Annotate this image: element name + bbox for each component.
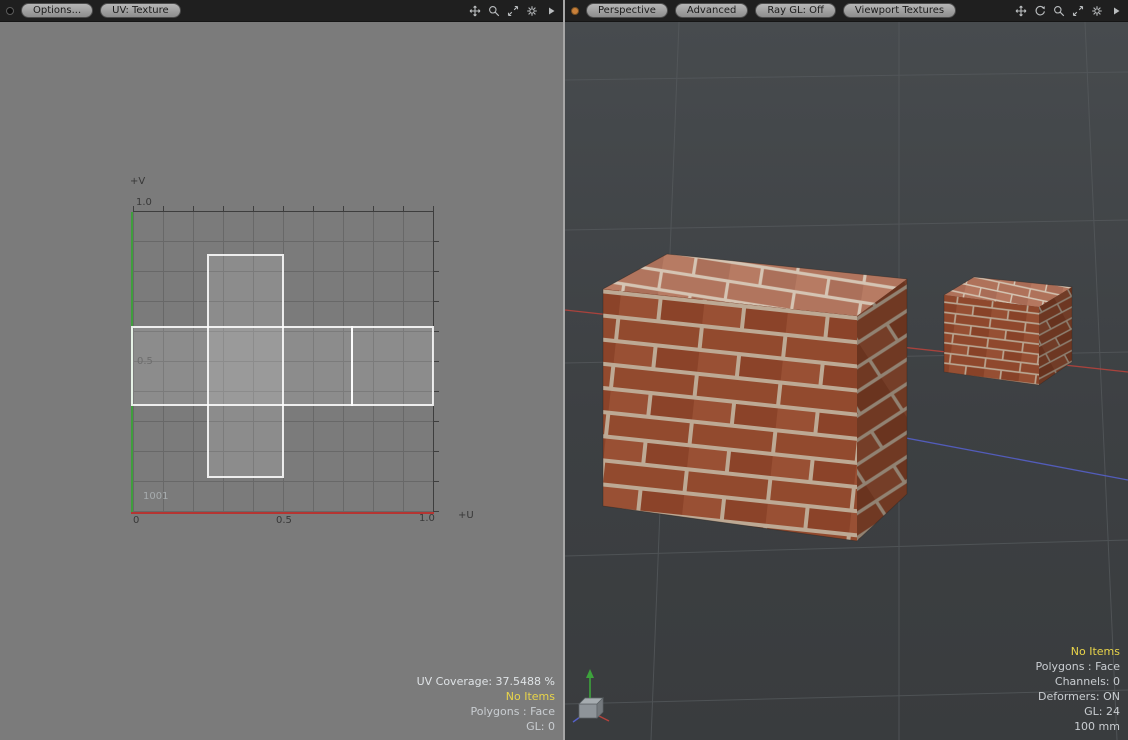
v-max-label: 1.0	[136, 197, 152, 208]
axis-gizmo-icon	[573, 669, 609, 722]
viewport-header: Perspective Advanced Ray GL: Off Viewpor…	[565, 0, 1128, 22]
vp-gl-text: GL: 24	[1035, 704, 1120, 719]
viewport-3d-scene	[565, 22, 1128, 740]
v-mid-label: 0.5	[137, 356, 153, 367]
viewport-header-icons	[1014, 4, 1122, 17]
uv-editor-header: Options... UV: Texture	[0, 0, 563, 22]
uv-editor-panel: Options... UV: Texture	[0, 0, 563, 740]
vp-polygons-text: Polygons : Face	[1035, 659, 1120, 674]
uv-selection-text: No Items	[417, 689, 555, 704]
pan-icon[interactable]	[468, 4, 481, 17]
u-axis-label: +U	[458, 510, 474, 521]
vp-channels-text: Channels: 0	[1035, 674, 1120, 689]
vp-grid-size-text: 100 mm	[1035, 719, 1120, 734]
uv-shell-horizontal-strip[interactable]	[131, 326, 353, 406]
more-options-icon[interactable]	[1109, 4, 1122, 17]
vp-deformers-text: Deformers: ON	[1035, 689, 1120, 704]
v-axis-label: +V	[130, 176, 145, 187]
settings-gear-icon[interactable]	[525, 4, 538, 17]
pan-icon[interactable]	[1014, 4, 1027, 17]
u-mid-label: 0.5	[276, 515, 292, 526]
ray-gl-button[interactable]: Ray GL: Off	[755, 3, 836, 18]
uv-coverage-text: UV Coverage: 37.5488 %	[417, 674, 555, 689]
options-button[interactable]: Options...	[21, 3, 93, 18]
uv-polygons-text: Polygons : Face	[417, 704, 555, 719]
uv-viewport-indicator-icon[interactable]	[6, 7, 14, 15]
vp-selection-text: No Items	[1035, 644, 1120, 659]
uv-grid-right-ticks	[434, 212, 439, 512]
origin-label: 0	[133, 515, 139, 526]
view-type-button[interactable]: Perspective	[586, 3, 668, 18]
zoom-icon[interactable]	[487, 4, 500, 17]
uv-mode-button[interactable]: UV: Texture	[100, 3, 181, 18]
uv-status-block: UV Coverage: 37.5488 % No Items Polygons…	[417, 674, 555, 734]
maximize-icon[interactable]	[1071, 4, 1084, 17]
uv-gl-text: GL: 0	[417, 719, 555, 734]
uv-shell-right-quad[interactable]	[351, 326, 434, 406]
viewport-canvas[interactable]: No Items Polygons : Face Channels: 0 Def…	[565, 22, 1128, 740]
modo-uv-layout: Options... UV: Texture	[0, 0, 1128, 740]
shading-mode-button[interactable]: Advanced	[675, 3, 748, 18]
active-viewport-indicator-icon[interactable]	[571, 7, 579, 15]
more-options-icon[interactable]	[544, 4, 557, 17]
viewport-status-block: No Items Polygons : Face Channels: 0 Def…	[1035, 644, 1120, 734]
udim-tile-label: 1001	[143, 491, 168, 502]
small-brick-cube[interactable]	[944, 277, 1072, 385]
uv-header-icons	[468, 4, 557, 17]
u-max-label: 1.0	[419, 513, 435, 524]
zoom-icon[interactable]	[1052, 4, 1065, 17]
u-axis-line	[131, 512, 434, 514]
settings-gear-icon[interactable]	[1090, 4, 1103, 17]
perspective-viewport-panel: Perspective Advanced Ray GL: Off Viewpor…	[563, 0, 1128, 740]
rotate-icon[interactable]	[1033, 4, 1046, 17]
large-brick-cube[interactable]	[603, 254, 907, 541]
viewport-textures-button[interactable]: Viewport Textures	[843, 3, 956, 18]
maximize-icon[interactable]	[506, 4, 519, 17]
